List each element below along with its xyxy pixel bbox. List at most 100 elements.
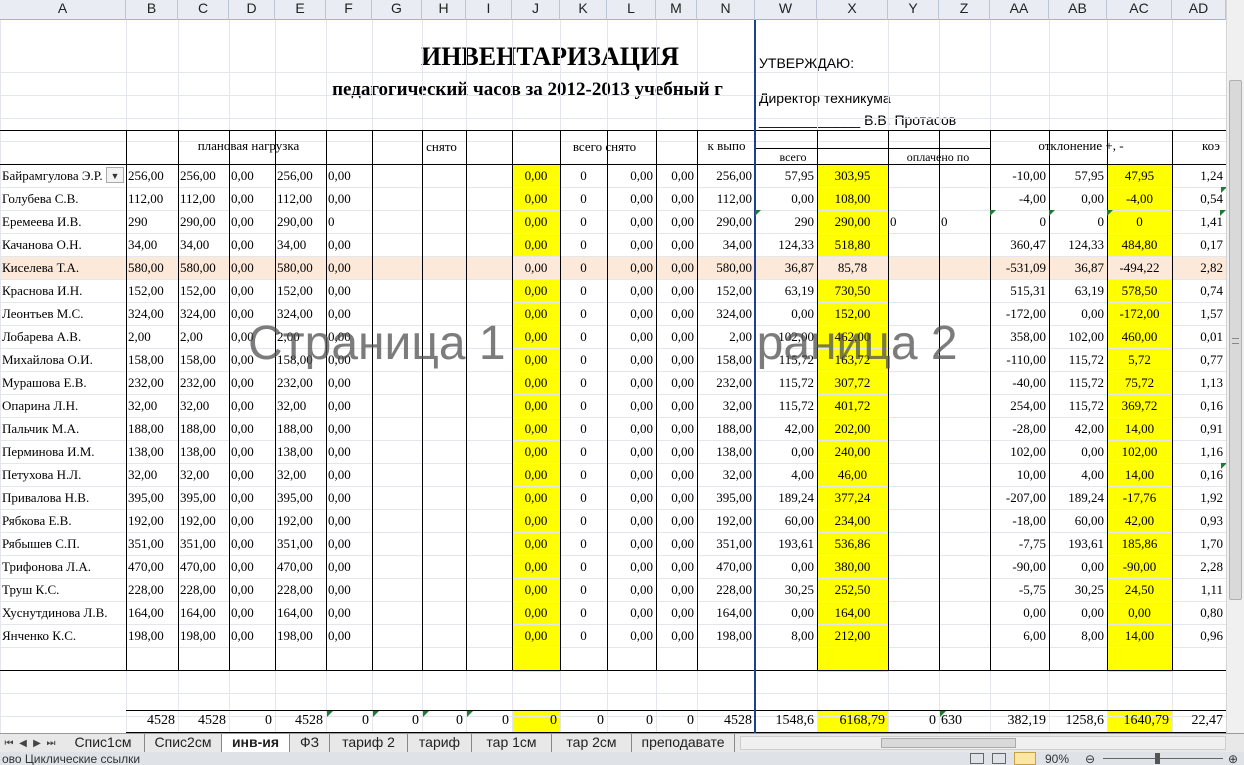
table-cell[interactable]: 228,00 bbox=[126, 579, 178, 601]
table-cell[interactable]: 0 bbox=[939, 211, 990, 233]
table-cell[interactable] bbox=[888, 303, 939, 325]
table-cell[interactable]: 2,28 bbox=[1172, 556, 1226, 578]
table-cell[interactable]: 2,00 bbox=[126, 326, 178, 348]
table-cell[interactable]: 14,00 bbox=[1107, 418, 1172, 440]
table-cell[interactable]: -4,00 bbox=[990, 188, 1049, 210]
zoom-in-icon[interactable]: ⊕ bbox=[1228, 752, 1238, 765]
table-cell[interactable]: 0,00 bbox=[229, 556, 275, 578]
table-cell[interactable]: 290,00 bbox=[178, 211, 229, 233]
employee-name[interactable]: Опарина Л.Н. bbox=[0, 395, 126, 417]
total-cell[interactable]: 1640,79 bbox=[1107, 710, 1172, 732]
table-cell[interactable]: 0,00 bbox=[512, 234, 560, 256]
vertical-scrollbar[interactable] bbox=[1226, 0, 1244, 733]
table-cell[interactable] bbox=[888, 602, 939, 624]
table-cell[interactable]: 0,00 bbox=[326, 395, 372, 417]
table-cell[interactable]: 351,00 bbox=[697, 533, 755, 555]
column-header-f[interactable]: F bbox=[326, 0, 372, 20]
table-cell[interactable]: 0,00 bbox=[607, 625, 656, 647]
table-cell[interactable]: 6,00 bbox=[990, 625, 1049, 647]
total-cell[interactable]: 0 bbox=[422, 710, 466, 732]
table-cell[interactable]: 470,00 bbox=[126, 556, 178, 578]
table-cell[interactable] bbox=[939, 464, 990, 486]
table-cell[interactable]: 484,80 bbox=[1107, 234, 1172, 256]
table-cell[interactable]: 32,00 bbox=[697, 395, 755, 417]
table-cell[interactable]: 228,00 bbox=[697, 579, 755, 601]
table-cell[interactable] bbox=[939, 487, 990, 509]
employee-name[interactable]: Перминова И.М. bbox=[0, 441, 126, 463]
column-header-ab[interactable]: AB bbox=[1049, 0, 1107, 20]
table-cell[interactable]: 536,86 bbox=[817, 533, 888, 555]
table-cell[interactable]: 152,00 bbox=[697, 280, 755, 302]
table-cell[interactable]: 32,00 bbox=[275, 464, 326, 486]
table-cell[interactable]: 115,72 bbox=[1049, 395, 1107, 417]
table-cell[interactable]: 256,00 bbox=[178, 165, 229, 187]
table-cell[interactable]: 0,00 bbox=[229, 464, 275, 486]
table-cell[interactable]: 158,00 bbox=[275, 349, 326, 371]
table-cell[interactable]: 351,00 bbox=[275, 533, 326, 555]
table-cell[interactable] bbox=[939, 372, 990, 394]
table-cell[interactable]: 395,00 bbox=[126, 487, 178, 509]
table-cell[interactable]: 152,00 bbox=[178, 280, 229, 302]
table-cell[interactable]: 0,00 bbox=[512, 303, 560, 325]
employee-name[interactable]: Леонтьев М.С. bbox=[0, 303, 126, 325]
table-cell[interactable]: 0,00 bbox=[1049, 188, 1107, 210]
table-cell[interactable]: 377,24 bbox=[817, 487, 888, 509]
total-cell[interactable]: 1548,6 bbox=[755, 710, 817, 732]
employee-name[interactable]: Лобарева А.В. bbox=[0, 326, 126, 348]
table-cell[interactable]: 0,00 bbox=[326, 625, 372, 647]
employee-name[interactable]: Мурашова Е.В. bbox=[0, 372, 126, 394]
employee-name[interactable]: Трифонова Л.А. bbox=[0, 556, 126, 578]
table-cell[interactable]: 138,00 bbox=[126, 441, 178, 463]
table-cell[interactable]: 0,00 bbox=[229, 234, 275, 256]
table-cell[interactable] bbox=[888, 418, 939, 440]
table-cell[interactable]: 228,00 bbox=[178, 579, 229, 601]
table-cell[interactable]: -4,00 bbox=[1107, 188, 1172, 210]
table-cell[interactable] bbox=[939, 556, 990, 578]
column-header-l[interactable]: L bbox=[607, 0, 656, 20]
table-cell[interactable]: -5,75 bbox=[990, 579, 1049, 601]
table-cell[interactable]: 462,00 bbox=[817, 326, 888, 348]
table-cell[interactable]: 1,57 bbox=[1172, 303, 1226, 325]
table-cell[interactable]: 1,11 bbox=[1172, 579, 1226, 601]
table-cell[interactable]: 518,80 bbox=[817, 234, 888, 256]
table-cell[interactable]: 0,00 bbox=[512, 464, 560, 486]
table-cell[interactable]: 0,00 bbox=[512, 510, 560, 532]
table-cell[interactable]: 0 bbox=[560, 625, 607, 647]
total-cell[interactable]: 4528 bbox=[697, 710, 755, 732]
table-cell[interactable]: 0,00 bbox=[607, 211, 656, 233]
table-cell[interactable]: 0,00 bbox=[755, 602, 817, 624]
table-cell[interactable]: 256,00 bbox=[697, 165, 755, 187]
table-cell[interactable]: 254,00 bbox=[990, 395, 1049, 417]
table-cell[interactable]: 85,78 bbox=[817, 257, 888, 279]
table-cell[interactable]: 0,00 bbox=[326, 303, 372, 325]
table-cell[interactable]: 0,00 bbox=[755, 441, 817, 463]
column-header-w[interactable]: W bbox=[755, 0, 817, 20]
table-cell[interactable]: 0,00 bbox=[656, 579, 697, 601]
table-cell[interactable]: 240,00 bbox=[817, 441, 888, 463]
total-cell[interactable]: 0 bbox=[372, 710, 422, 732]
table-cell[interactable]: 0,00 bbox=[326, 326, 372, 348]
table-cell[interactable]: 0,00 bbox=[326, 602, 372, 624]
table-cell[interactable]: 232,00 bbox=[126, 372, 178, 394]
table-cell[interactable]: 158,00 bbox=[178, 349, 229, 371]
table-cell[interactable]: 0,00 bbox=[607, 257, 656, 279]
column-header-x[interactable]: X bbox=[817, 0, 888, 20]
table-cell[interactable]: 36,87 bbox=[1049, 257, 1107, 279]
table-cell[interactable]: 63,19 bbox=[755, 280, 817, 302]
table-cell[interactable]: 30,25 bbox=[1049, 579, 1107, 601]
zoom-slider[interactable] bbox=[1103, 758, 1223, 759]
table-cell[interactable]: 290 bbox=[126, 211, 178, 233]
table-cell[interactable]: 470,00 bbox=[178, 556, 229, 578]
table-cell[interactable]: -10,00 bbox=[990, 165, 1049, 187]
table-cell[interactable]: 0,00 bbox=[512, 487, 560, 509]
total-cell[interactable]: 4528 bbox=[275, 710, 326, 732]
table-cell[interactable] bbox=[888, 372, 939, 394]
table-cell[interactable]: 0,00 bbox=[326, 533, 372, 555]
table-cell[interactable]: 0,00 bbox=[1049, 303, 1107, 325]
table-cell[interactable]: 234,00 bbox=[817, 510, 888, 532]
column-header-d[interactable]: D bbox=[229, 0, 275, 20]
table-cell[interactable]: 0,00 bbox=[326, 441, 372, 463]
table-cell[interactable]: 164,00 bbox=[817, 602, 888, 624]
table-cell[interactable]: 0,00 bbox=[512, 280, 560, 302]
table-cell[interactable] bbox=[888, 487, 939, 509]
